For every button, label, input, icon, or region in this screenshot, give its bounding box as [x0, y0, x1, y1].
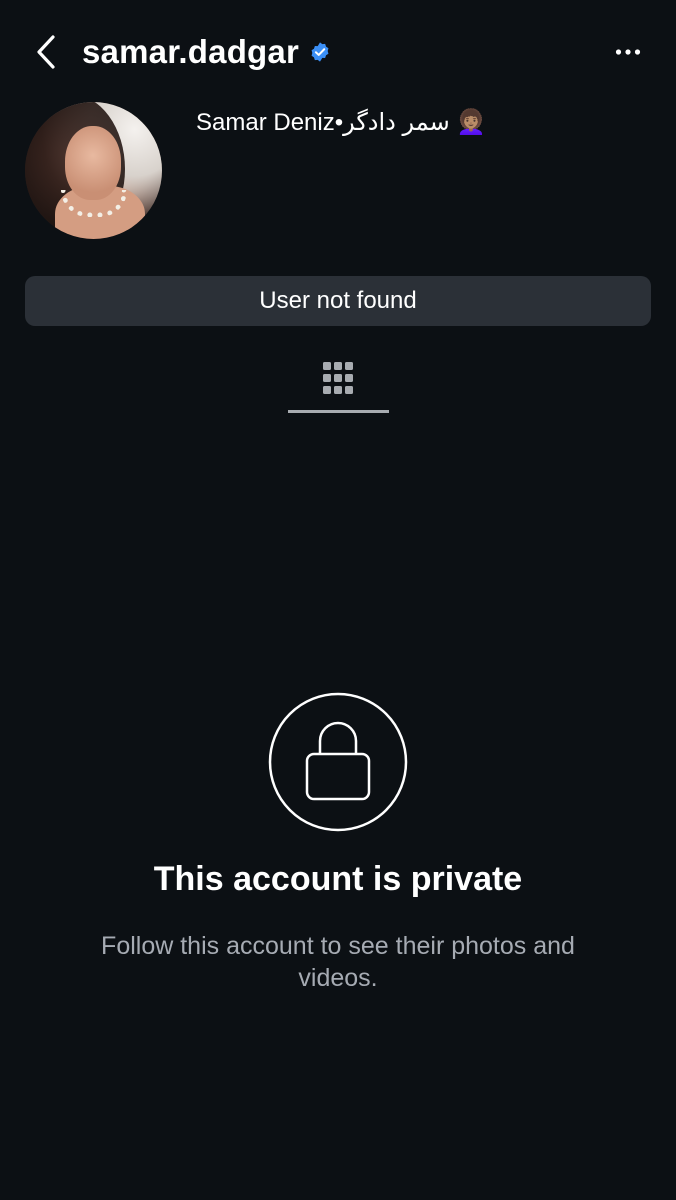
user-not-found-bar[interactable]: User not found	[25, 276, 651, 326]
verified-badge-icon	[309, 41, 331, 63]
profile-header: samar.dadgar	[0, 0, 676, 104]
username-group: samar.dadgar	[82, 30, 331, 74]
active-tab-indicator	[288, 410, 389, 413]
private-account-subtitle: Follow this account to see their photos …	[101, 932, 575, 992]
display-name: Samar Deniz•سمر دادگر 👩🏽‍🦱	[196, 109, 487, 136]
grid-icon	[323, 362, 353, 394]
more-options-button[interactable]	[608, 34, 648, 70]
chevron-left-icon	[37, 35, 55, 69]
profile-page: samar.dadgar Samar Deniz•سمر دادگر 👩🏽‍🦱	[0, 0, 676, 1200]
more-horizontal-icon	[615, 49, 641, 55]
avatar[interactable]	[25, 102, 162, 239]
private-account-title: This account is private	[153, 860, 523, 898]
tab-posts-grid[interactable]	[288, 356, 388, 412]
lock-icon	[268, 692, 408, 832]
username: samar.dadgar	[82, 33, 300, 70]
user-not-found-label: User not found	[259, 287, 417, 314]
back-button[interactable]	[24, 26, 68, 78]
